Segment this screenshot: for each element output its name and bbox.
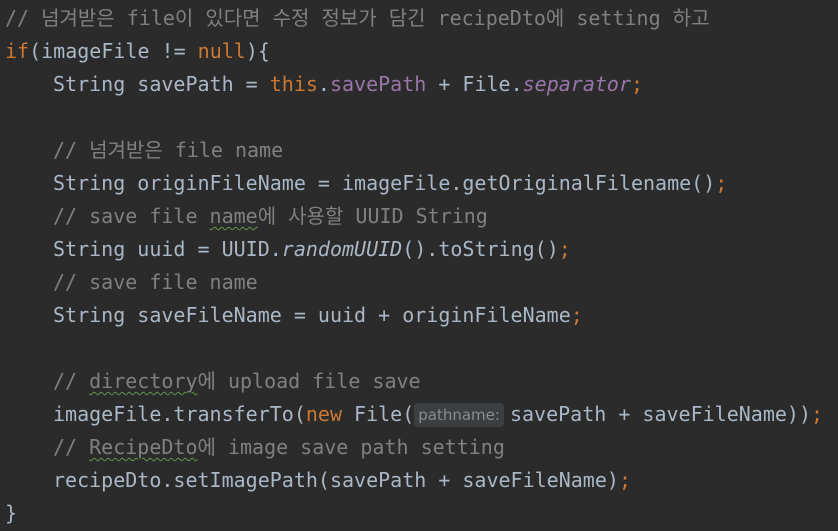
originfilename-statement: String originFileName = imageFile.getOri…	[53, 171, 716, 195]
keyword-new: new	[305, 402, 342, 426]
tostring-call: ().toString()	[402, 237, 559, 261]
keyword-null: null	[197, 39, 246, 63]
code-line-3: String savePath = this.savePath + File.s…	[5, 68, 643, 101]
code-line-13: imageFile.transferTo(new File(pathname: s…	[5, 398, 823, 431]
semicolon: ;	[558, 237, 571, 261]
parameter-hint-pathname: pathname:	[414, 403, 504, 427]
transferto-call: imageFile.transferTo(	[53, 402, 306, 426]
static-field-separator: separator	[522, 72, 631, 96]
code-line-1: // 넘겨받은 file이 있다면 수정 정보가 담긴 recipeDto에 s…	[5, 2, 709, 35]
savepath-declaration: String savePath =	[53, 72, 270, 96]
setimagepath-statement: recipeDto.setImagePath(savePath + saveFi…	[53, 468, 619, 492]
uuid-declaration: String uuid = UUID.	[53, 237, 282, 261]
comment: // 넘겨받은 file name	[53, 138, 284, 162]
dot: .	[317, 72, 330, 96]
savefilename-statement: String saveFileName = uuid + originFileN…	[53, 303, 571, 327]
code-line-6: String originFileName = imageFile.getOri…	[5, 167, 727, 200]
semicolon: ;	[570, 303, 583, 327]
semicolon: ;	[631, 72, 644, 96]
field-savepath: savePath	[329, 72, 427, 96]
file-constructor: File(	[342, 402, 415, 426]
keyword-if: if	[5, 39, 30, 63]
file-ref: + File.	[426, 72, 523, 96]
code-editor[interactable]: // 넘겨받은 file이 있다면 수정 정보가 담긴 recipeDto에 s…	[0, 0, 838, 531]
code-line-15: recipeDto.setImagePath(savePath + saveFi…	[5, 464, 631, 497]
comment: // save file name에 사용할 UUID String	[53, 204, 488, 228]
typo-underlined-word: name	[209, 204, 258, 228]
semicolon: ;	[715, 171, 728, 195]
code-line-14: // RecipeDto에 image save path setting	[5, 431, 505, 464]
comment: // RecipeDto에 image save path setting	[53, 435, 505, 459]
transfer-arguments: savePath + saveFileName))	[509, 402, 811, 426]
code-line-2: if(imageFile != null){	[5, 35, 270, 68]
closing-brace: }	[5, 501, 18, 525]
semicolon: ;	[618, 468, 631, 492]
static-method-randomuuid: randomUUID	[281, 237, 403, 261]
code-line-9: // save file name	[5, 266, 258, 299]
comment: // directory에 upload file save	[53, 369, 421, 393]
typo-underlined-word: RecipeDto	[89, 435, 198, 459]
code-line-7: // save file name에 사용할 UUID String	[5, 200, 488, 233]
code-line-5: // 넘겨받은 file name	[5, 134, 283, 167]
code-line-12: // directory에 upload file save	[5, 365, 421, 398]
code-line-10: String saveFileName = uuid + originFileN…	[5, 299, 583, 332]
code-line-8: String uuid = UUID.randomUUID().toString…	[5, 233, 571, 266]
comment: // save file name	[53, 270, 258, 294]
comment: // 넘겨받은 file이 있다면 수정 정보가 담긴 recipeDto에 s…	[5, 6, 710, 30]
keyword-this: this	[269, 72, 318, 96]
code-line-16: }	[5, 497, 17, 530]
semicolon: ;	[810, 402, 824, 426]
if-condition-open: (imageFile !=	[29, 39, 198, 63]
if-condition-close: ){	[245, 39, 270, 63]
typo-underlined-word: directory	[89, 369, 198, 393]
